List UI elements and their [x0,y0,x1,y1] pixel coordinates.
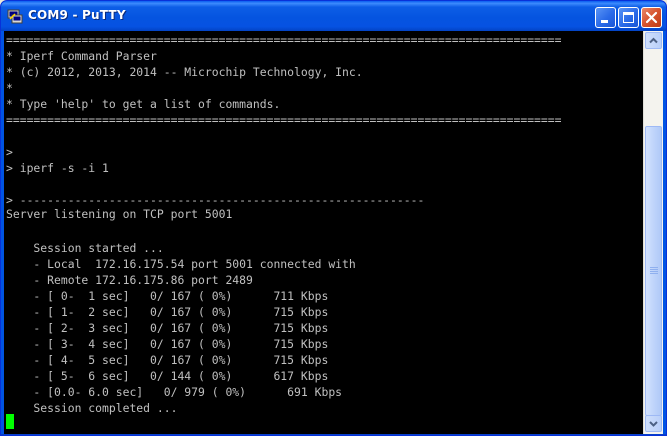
terminal-line: * Type 'help' to get a list of commands. [6,97,281,111]
maximize-icon [623,12,634,23]
scroll-down-button[interactable] [645,415,662,432]
terminal-line: - [ 5- 6 sec] 0/ 144 ( 0%) 617 Kbps [6,369,329,383]
terminal-line: - [ 1- 2 sec] 0/ 167 ( 0%) 715 Kbps [6,305,329,319]
close-button[interactable] [641,7,662,28]
terminal-line: * (c) 2012, 2013, 2014 -- Microchip Tech… [6,65,363,79]
terminal-line: - [ 2- 3 sec] 0/ 167 ( 0%) 715 Kbps [6,321,329,335]
terminal-line: > [6,145,13,159]
putty-window: COM9 - PuTTY ===========================… [0,0,667,436]
thumb-grip [650,269,658,270]
terminal-cursor [6,414,14,429]
terminal-line: - [ 0- 1 sec] 0/ 167 ( 0%) 711 Kbps [6,289,329,303]
putty-app-icon[interactable] [7,8,23,24]
terminal-line: Session completed ... [6,401,178,415]
minimize-icon [601,20,608,23]
minimize-button[interactable] [595,7,616,28]
thumb-grip [650,267,658,268]
terminal-line: * [6,81,13,95]
terminal-area[interactable]: ========================================… [4,31,643,434]
arrow-down-icon [649,421,658,427]
scroll-thumb[interactable] [645,126,662,416]
terminal-line: - [ 4- 5 sec] 0/ 167 ( 0%) 715 Kbps [6,353,329,367]
terminal-line: Session started ... [6,241,164,255]
arrow-up-icon [649,37,658,44]
terminal-line: * Iperf Command Parser [6,49,157,63]
terminal-line: - Local 172.16.175.54 port 5001 connecte… [6,257,356,271]
terminal-line: - Remote 172.16.175.86 port 2489 [6,273,253,287]
terminal-line: - [0.0- 6.0 sec] 0/ 979 ( 0%) 691 Kbps [6,385,343,399]
close-icon [645,11,658,24]
window-title: COM9 - PuTTY [28,8,126,22]
title-bar[interactable]: COM9 - PuTTY [1,1,666,31]
vertical-scrollbar[interactable] [643,31,663,434]
terminal-line: - [ 3- 4 sec] 0/ 167 ( 0%) 715 Kbps [6,337,329,351]
terminal-line: ========================================… [6,33,562,47]
thumb-grip [650,273,658,274]
terminal-line: Server listening on TCP port 5001 [6,207,233,221]
terminal-line: > iperf -s -i 1 [6,161,109,175]
thumb-grip [650,271,658,272]
scroll-up-button[interactable] [645,32,662,49]
maximize-button[interactable] [618,7,639,28]
terminal-line: ========================================… [6,113,562,127]
